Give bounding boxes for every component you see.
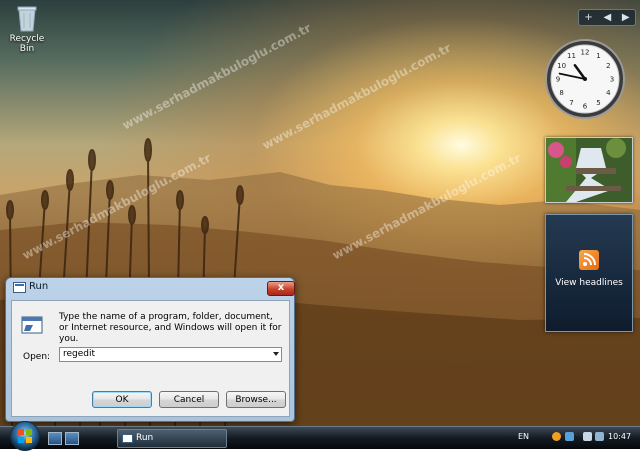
recycle-bin-icon: [17, 6, 37, 32]
system-clock[interactable]: 10:47: [608, 432, 631, 441]
rss-feed-icon: [579, 250, 599, 270]
clock-numeral: 10: [557, 62, 566, 70]
start-button[interactable]: [10, 421, 40, 451]
clock-numeral: 7: [569, 99, 573, 107]
dropdown-arrow-icon[interactable]: [273, 352, 279, 356]
run-window-icon: [122, 434, 133, 443]
security-shield-icon[interactable]: [552, 432, 561, 441]
taskbar-run-button[interactable]: Run: [117, 429, 227, 448]
clock-numeral: 12: [581, 49, 590, 57]
open-combobox[interactable]: regedit: [59, 347, 282, 362]
recycle-bin-label: Recycle Bin: [9, 34, 45, 54]
run-dialog-title: Run: [29, 281, 49, 292]
run-description: Type the name of a program, folder, docu…: [59, 312, 282, 344]
clock-numeral: 5: [596, 99, 600, 107]
sidebar-controls: + ◀ ▶: [578, 9, 636, 26]
windows-logo-icon: [18, 429, 32, 443]
add-gadget-button[interactable]: +: [584, 12, 592, 23]
ok-button[interactable]: OK: [92, 391, 152, 408]
prev-gadget-button[interactable]: ◀: [603, 12, 611, 23]
language-indicator[interactable]: EN: [518, 432, 529, 441]
browse-button[interactable]: Browse...: [226, 391, 286, 408]
next-gadget-button[interactable]: ▶: [622, 12, 630, 23]
taskbar-run-label: Run: [136, 433, 154, 443]
feed-headlines-gadget[interactable]: View headlines: [545, 214, 633, 332]
connection-icon[interactable]: [583, 432, 592, 441]
view-headlines-link[interactable]: View headlines: [546, 278, 632, 288]
clock-numeral: 8: [559, 89, 563, 97]
open-input-value: regedit: [63, 349, 96, 359]
close-button[interactable]: x: [267, 281, 295, 296]
clock-gadget[interactable]: 1234567891011 12: [544, 38, 626, 120]
clock-numeral: 1: [596, 52, 600, 60]
run-window-icon: [13, 282, 26, 293]
clock-numeral: 9: [556, 76, 560, 84]
run-dialog-body: Type the name of a program, folder, docu…: [11, 300, 290, 417]
waterfall-photo: [546, 138, 632, 202]
show-desktop-icon[interactable]: [48, 432, 62, 445]
run-dialog: Run x Type the name of a program, folder…: [5, 277, 295, 422]
network-icon[interactable]: [565, 432, 574, 441]
open-label: Open:: [23, 352, 51, 362]
switch-windows-icon[interactable]: [65, 432, 79, 445]
clock-numeral: 3: [610, 76, 614, 84]
recycle-bin[interactable]: Recycle Bin: [4, 4, 50, 54]
desktop: www.serhadmakbuloglu.com.tr www.serhadma…: [0, 0, 640, 426]
cancel-button[interactable]: Cancel: [159, 391, 219, 408]
run-program-icon: [21, 316, 43, 334]
clock-numeral: 11: [567, 52, 576, 60]
run-dialog-titlebar[interactable]: Run x: [6, 278, 295, 296]
clock-numeral: 4: [606, 89, 611, 97]
volume-icon[interactable]: [595, 432, 604, 441]
clock-numeral: 2: [606, 62, 610, 70]
slideshow-gadget[interactable]: [545, 137, 633, 203]
taskbar: Run EN 10:47: [0, 421, 640, 451]
clock-numeral: 6: [583, 103, 588, 111]
